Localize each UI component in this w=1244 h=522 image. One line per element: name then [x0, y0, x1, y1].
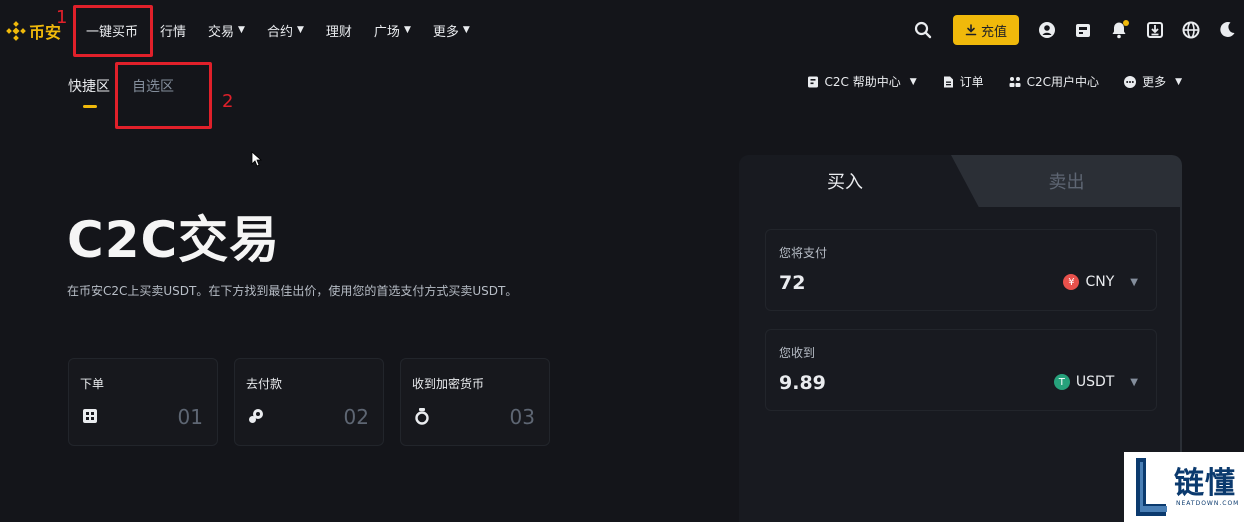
theme-moon-icon[interactable]	[1216, 19, 1238, 41]
receive-coin-icon	[415, 408, 429, 425]
nav-label: 一键买币	[86, 24, 139, 40]
usdt-coin-icon: T	[1053, 374, 1070, 390]
site-watermark: 链懂 NEATDOWN.COM	[1124, 452, 1244, 522]
pay-currency-code: CNY	[1085, 274, 1115, 290]
step-card-receive-crypto: 收到加密货币 03	[400, 358, 550, 446]
orders-icon	[943, 76, 953, 87]
nav-label: 交易	[208, 24, 235, 40]
more-label: 更多	[1142, 75, 1167, 89]
receive-amount-field[interactable]: 您收到 9.89 T USDT ▼	[765, 329, 1157, 411]
notification-dot	[1123, 20, 1129, 26]
zone-tabs: 快捷区 自选区	[68, 76, 174, 108]
nav-quick-buy[interactable]: 一键买币	[86, 21, 138, 40]
more-dots-icon	[1124, 75, 1137, 88]
more-menu[interactable]: 更多 ▼	[1123, 73, 1182, 90]
watermark-logo-icon	[1136, 458, 1167, 516]
pay-label: 您将支付	[779, 246, 828, 260]
receive-currency-select[interactable]: T USDT ▼	[1053, 374, 1138, 390]
step-number: 01	[177, 405, 203, 429]
nav-markets[interactable]: 行情	[160, 21, 186, 40]
user-center-label: C2C用户中心	[1026, 75, 1100, 89]
step-label: 去付款	[246, 377, 283, 391]
nav-label: 理财	[325, 24, 352, 40]
help-center-label: C2C 帮助中心	[824, 75, 901, 89]
buy-sell-tabs: 卖出 买入	[739, 155, 1182, 207]
nav-label: 行情	[160, 24, 187, 40]
payment-icon	[249, 409, 263, 423]
chevron-down-icon: ▼	[1130, 276, 1138, 288]
c2c-subnav: C2C 帮助中心 ▼ 订单 C2C用户中心 更多 ▼	[806, 73, 1182, 90]
search-icon[interactable]	[912, 19, 934, 41]
binance-logo[interactable]: 币安	[6, 18, 61, 44]
c2c-user-center-link[interactable]: C2C用户中心	[1008, 73, 1099, 90]
page-subtitle: 在币安C2C上买卖USDT。在下方找到最佳出价，使用您的首选支付方式买卖USDT…	[67, 284, 518, 298]
annotation-number-1: 1	[56, 7, 68, 28]
trade-panel: 卖出 买入 您将支付 72 ¥ CNY ▼ 您收到 9.89 T USDT ▼	[739, 155, 1182, 522]
chevron-down-icon: ▼	[462, 25, 470, 35]
nav-futures[interactable]: 合约 ▼	[267, 21, 304, 40]
step-number: 02	[343, 405, 369, 429]
receive-label: 您收到	[779, 346, 816, 360]
main-nav: 一键买币 行情 交易 ▼ 合约 ▼ 理财 广场 ▼ 更多 ▼	[76, 0, 492, 60]
pay-amount-field[interactable]: 您将支付 72 ¥ CNY ▼	[765, 229, 1157, 311]
order-form-icon	[83, 409, 97, 423]
watermark-text: 链懂	[1174, 466, 1236, 501]
notification-bell-icon[interactable]	[1108, 19, 1130, 41]
annotation-number-2: 2	[222, 91, 234, 112]
chevron-down-icon: ▼	[909, 76, 917, 87]
nav-label: 广场	[373, 24, 400, 40]
binance-logo-icon	[6, 21, 26, 41]
user-profile-icon[interactable]	[1036, 19, 1058, 41]
tab-sell[interactable]: 卖出	[951, 155, 1182, 207]
tab-custom-zone[interactable]: 自选区	[132, 76, 174, 108]
nav-more[interactable]: 更多 ▼	[433, 21, 470, 40]
step-card-place-order: 下单 01	[68, 358, 218, 446]
step-label: 下单	[80, 377, 105, 391]
cny-coin-icon: ¥	[1063, 274, 1080, 290]
user-center-icon	[1009, 76, 1021, 87]
step-number: 03	[509, 405, 535, 429]
nav-label: 更多	[432, 24, 459, 40]
pay-currency-select[interactable]: ¥ CNY ▼	[1063, 274, 1138, 290]
nav-square[interactable]: 广场 ▼	[374, 21, 411, 40]
c2c-help-center-link[interactable]: C2C 帮助中心 ▼	[806, 73, 917, 90]
tab-quick-zone[interactable]: 快捷区	[68, 76, 110, 108]
top-navigation-bar: 币安 一键买币 行情 交易 ▼ 合约 ▼ 理财 广场 ▼ 更多 ▼ 充值	[0, 0, 1244, 60]
nav-label: 合约	[266, 24, 293, 40]
nav-trade[interactable]: 交易 ▼	[208, 21, 245, 40]
deposit-button[interactable]: 充值	[953, 15, 1019, 45]
deposit-label: 充值	[980, 24, 1007, 40]
chevron-down-icon: ▼	[296, 25, 304, 35]
help-center-icon	[807, 76, 818, 87]
mouse-cursor-icon	[251, 151, 263, 167]
download-icon	[965, 24, 977, 36]
pay-amount-input[interactable]: 72	[779, 272, 805, 294]
chevron-down-icon: ▼	[1175, 76, 1182, 87]
page-title: C2C交易	[67, 211, 281, 269]
receive-amount-input[interactable]: 9.89	[779, 372, 826, 394]
orders-link[interactable]: 订单	[941, 73, 984, 90]
orders-label: 订单	[959, 75, 984, 89]
language-globe-icon[interactable]	[1180, 19, 1202, 41]
chevron-down-icon: ▼	[403, 25, 411, 35]
receive-currency-code: USDT	[1075, 374, 1115, 390]
header-actions: 充值	[905, 0, 1244, 60]
wallet-icon[interactable]	[1072, 19, 1094, 41]
nav-earn[interactable]: 理财	[326, 21, 352, 40]
tab-buy[interactable]: 买入	[739, 155, 951, 207]
chevron-down-icon: ▼	[238, 25, 245, 35]
download-app-icon[interactable]	[1144, 19, 1166, 41]
watermark-subtext: NEATDOWN.COM	[1176, 500, 1240, 507]
step-label: 收到加密货币	[412, 377, 485, 391]
step-card-pay: 去付款 02	[234, 358, 384, 446]
chevron-down-icon: ▼	[1130, 376, 1138, 388]
